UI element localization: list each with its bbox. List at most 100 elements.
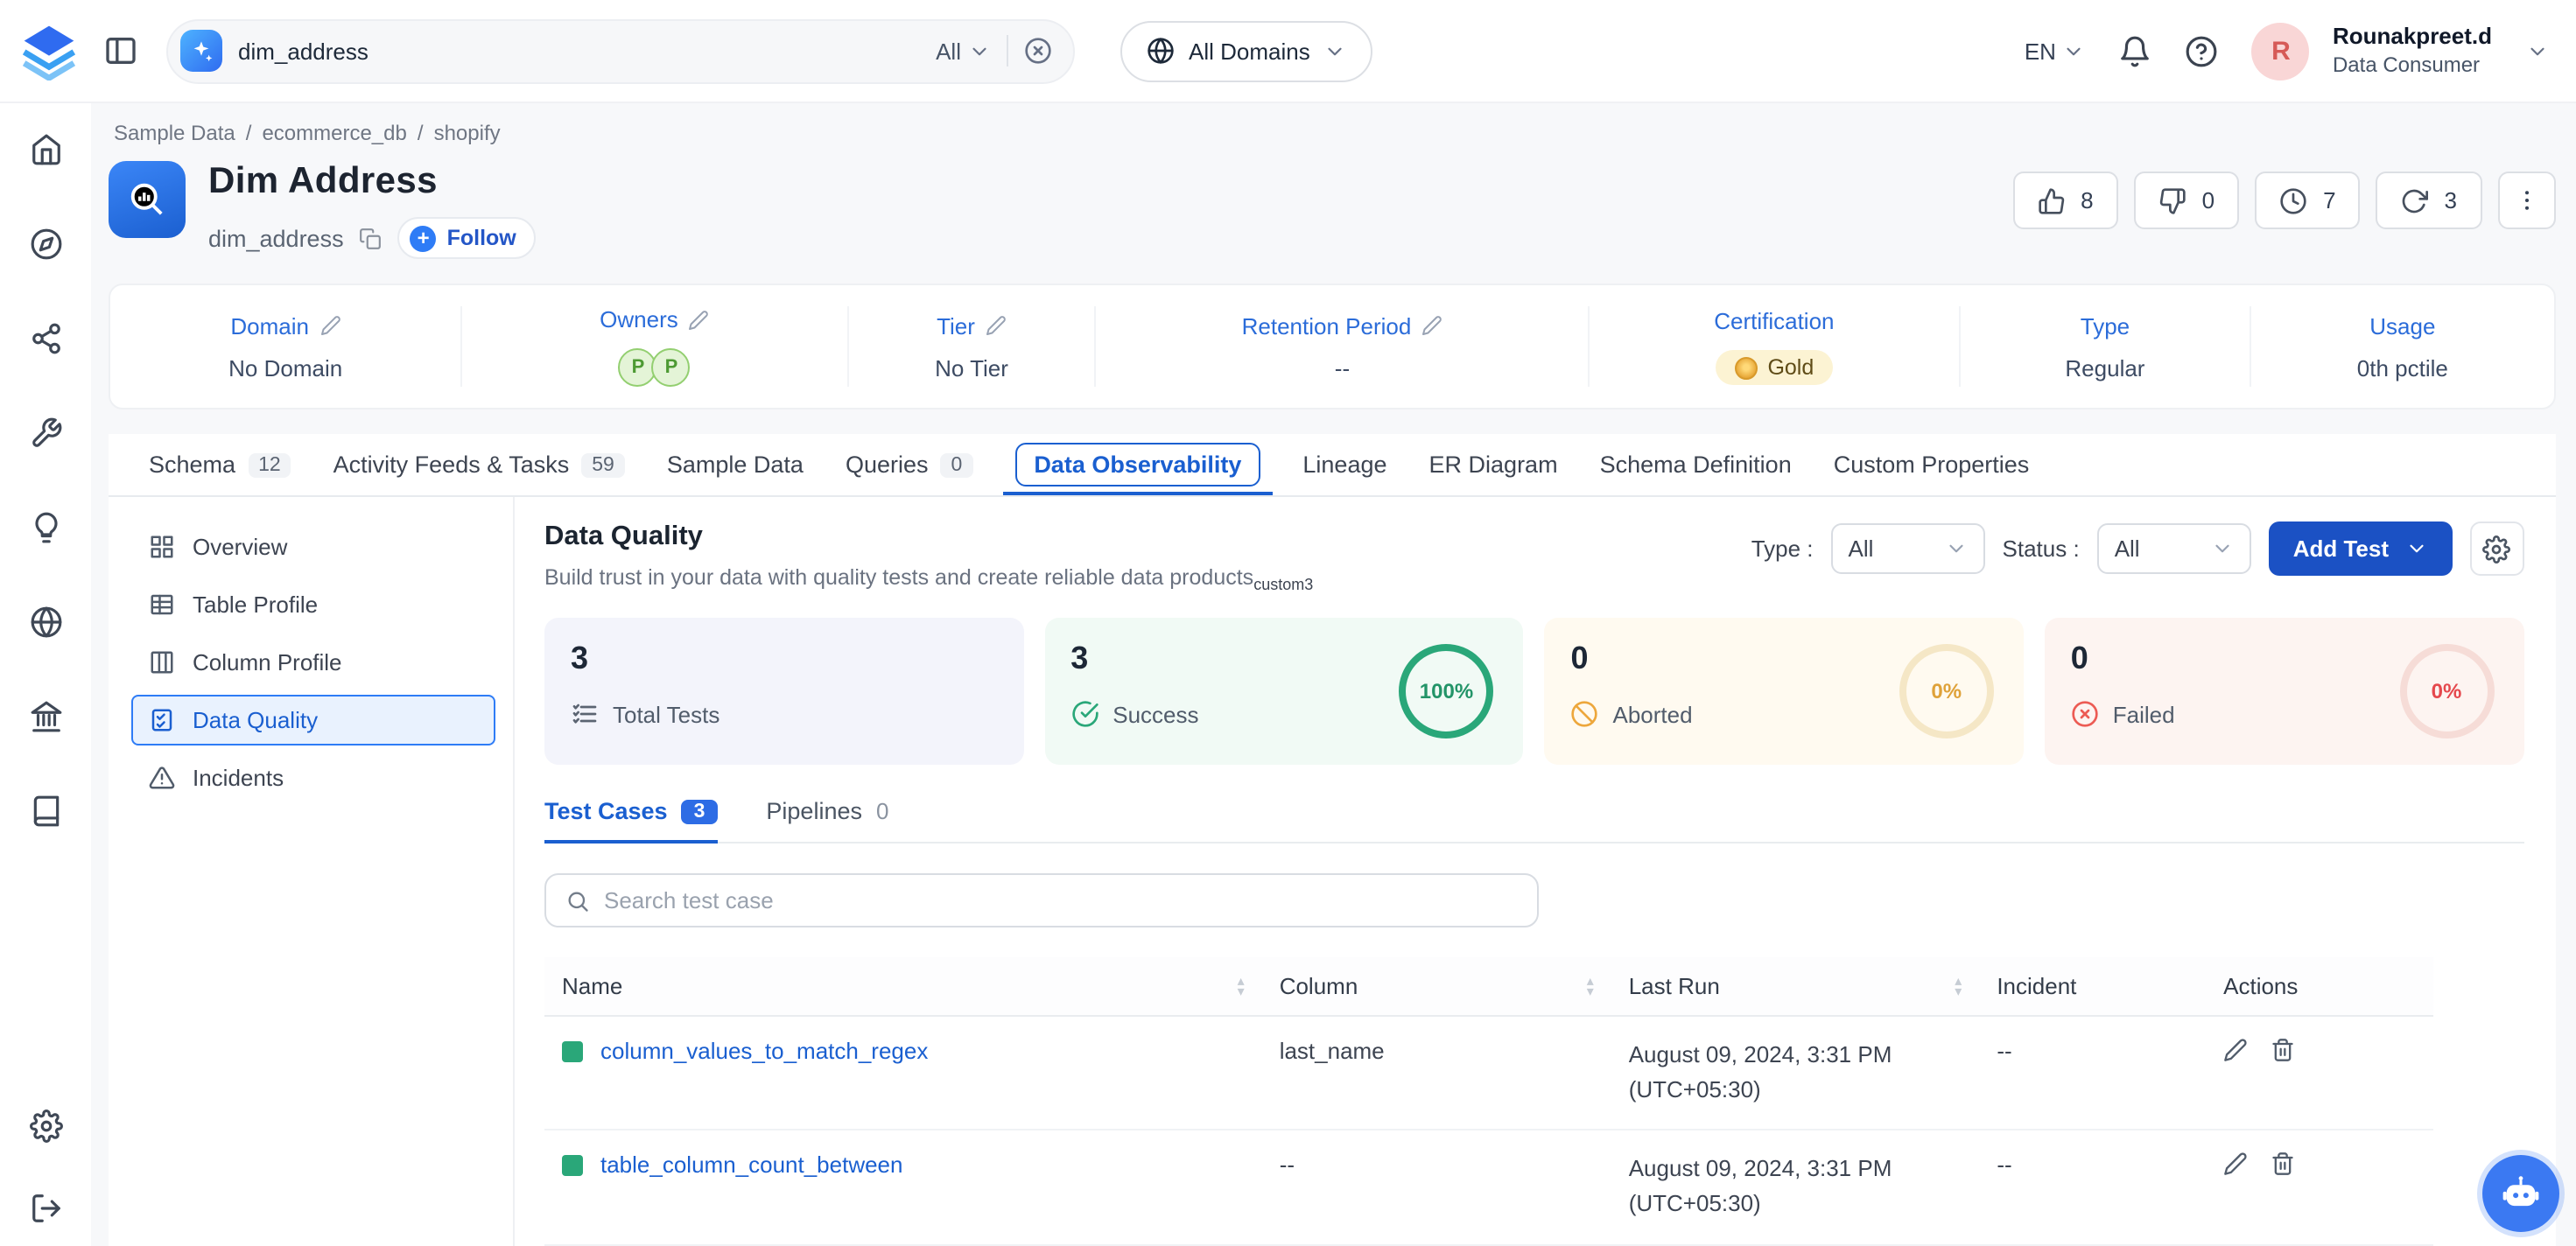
tab-test-cases[interactable]: Test Cases3: [544, 798, 717, 842]
domains-icon[interactable]: [29, 606, 62, 639]
sidebar-toggle-icon[interactable]: [103, 33, 138, 68]
user-meta[interactable]: Rounakpreet.d Data Consumer: [2333, 23, 2492, 80]
test-case-link[interactable]: table_column_count_between: [600, 1152, 903, 1179]
sort-control[interactable]: ▴▾: [1587, 976, 1594, 996]
type-filter-select[interactable]: All: [1831, 523, 1985, 574]
version-history-button[interactable]: 7: [2255, 172, 2360, 229]
gear-icon: [2482, 535, 2510, 563]
chevron-down-icon[interactable]: [2525, 39, 2548, 62]
upvote-button[interactable]: 8: [2012, 172, 2117, 229]
domain-label: Domain: [230, 312, 309, 339]
tab-lineage[interactable]: Lineage: [1283, 434, 1406, 495]
retention-value: --: [1335, 354, 1350, 381]
status-filter-select[interactable]: All: [2097, 523, 2251, 574]
entity-name: dim_address: [208, 225, 344, 251]
downvote-button[interactable]: 0: [2134, 172, 2239, 229]
page-content: Sample Data / ecommerce_db / shopify Dim…: [91, 103, 2576, 1246]
settings-gear-icon[interactable]: [29, 1110, 62, 1143]
tab-schema-definition[interactable]: Schema Definition: [1581, 434, 1811, 495]
sort-control[interactable]: ▴▾: [1955, 976, 1962, 996]
test-case-search-input[interactable]: [604, 887, 1518, 914]
subnav-item-data-quality[interactable]: Data Quality: [131, 695, 495, 746]
follow-button[interactable]: + Follow: [398, 217, 536, 259]
test-case-search[interactable]: [544, 873, 1539, 928]
plus-circle-icon: +: [411, 225, 437, 251]
test-case-link[interactable]: column_values_to_match_regex: [600, 1038, 928, 1064]
incident-value: --: [1997, 1152, 2011, 1179]
discovery-tools-icon[interactable]: [29, 416, 62, 450]
subnav-item-table-profile[interactable]: Table Profile: [131, 579, 495, 630]
tab-count-badge: 0: [941, 452, 973, 477]
globe-icon: [1147, 37, 1175, 65]
refresh-button[interactable]: 3: [2376, 172, 2481, 229]
chevron-down-icon: [2404, 537, 2427, 560]
breadcrumb-item[interactable]: ecommerce_db: [262, 121, 406, 145]
global-search-input[interactable]: [238, 38, 920, 64]
tab-er-diagram[interactable]: ER Diagram: [1410, 434, 1577, 495]
notifications-bell-icon[interactable]: [2119, 34, 2152, 67]
subnav-item-column-profile[interactable]: Column Profile: [131, 637, 495, 688]
search-scope-label: All: [936, 38, 961, 64]
tier-value: No Tier: [935, 354, 1008, 381]
subnav-item-overview[interactable]: Overview: [131, 522, 495, 572]
lineage-graph-icon[interactable]: [29, 322, 62, 355]
search-scope-dropdown[interactable]: All: [936, 38, 991, 64]
entity-actions: 8 0 7 3: [2012, 172, 2555, 229]
user-avatar[interactable]: R: [2252, 22, 2310, 80]
chatbot-button[interactable]: [2481, 1155, 2558, 1232]
table-settings-button[interactable]: [2469, 522, 2523, 576]
data-quality-panel: Data Quality Build trust in your data wi…: [515, 497, 2555, 1246]
edit-pencil-icon[interactable]: [2223, 1152, 2248, 1177]
breadcrumb-item[interactable]: shopify: [434, 121, 501, 145]
subnav-item-incidents[interactable]: Incidents: [131, 752, 495, 803]
tab-sample-data[interactable]: Sample Data: [648, 434, 823, 495]
breadcrumb-separator: /: [418, 121, 424, 145]
gold-medal-icon: [1734, 356, 1757, 379]
delete-trash-icon[interactable]: [2271, 1152, 2295, 1177]
owners-avatars[interactable]: P P: [619, 348, 691, 387]
home-icon[interactable]: [29, 133, 62, 166]
section-subtitle: Build trust in your data with quality te…: [544, 565, 1313, 590]
card-aborted: 0 Aborted 0%: [1545, 618, 2024, 765]
edit-pencil-icon[interactable]: [689, 309, 710, 330]
tab-activity-feeds[interactable]: Activity Feeds & Tasks59: [314, 434, 644, 495]
test-status-indicator: [562, 1040, 583, 1061]
all-domains-dropdown[interactable]: All Domains: [1120, 20, 1373, 81]
tab-schema[interactable]: Schema12: [130, 434, 311, 495]
tab-pipelines[interactable]: Pipelines0: [766, 798, 888, 842]
clear-search-icon[interactable]: [1024, 37, 1052, 65]
more-options-button[interactable]: [2497, 172, 2555, 229]
edit-pencil-icon[interactable]: [319, 315, 340, 336]
explore-icon[interactable]: [29, 228, 62, 261]
app-logo-icon[interactable]: [19, 21, 79, 80]
sort-control[interactable]: ▴▾: [1238, 976, 1245, 996]
governance-icon[interactable]: [29, 700, 62, 733]
total-tests-count: 3: [571, 640, 997, 677]
glossary-icon[interactable]: [29, 794, 62, 828]
owner-avatar[interactable]: P: [652, 348, 691, 387]
edit-pencil-icon[interactable]: [1421, 315, 1442, 336]
type-label: Type: [2081, 312, 2130, 339]
copy-icon[interactable]: [360, 227, 383, 249]
add-test-button[interactable]: Add Test: [2269, 522, 2452, 576]
tab-data-observability[interactable]: Data Observability: [995, 434, 1280, 495]
card-total-tests: 3 Total Tests: [544, 618, 1023, 765]
success-percent-ring: 100%: [1396, 640, 1498, 742]
chevron-down-icon: [1945, 537, 1968, 560]
help-icon[interactable]: [2186, 34, 2219, 67]
language-dropdown[interactable]: EN: [2025, 38, 2086, 64]
observability-icon[interactable]: [29, 511, 62, 544]
delete-trash-icon[interactable]: [2271, 1038, 2295, 1062]
tab-custom-properties[interactable]: Custom Properties: [1814, 434, 2049, 495]
test-cases-table: Name▴▾ Column▴▾ Last Run▴▾ Incident Acti…: [544, 957, 2432, 1245]
failed-percent: 0%: [2396, 640, 2497, 742]
col-header-column: Column: [1280, 973, 1358, 999]
breadcrumb-item[interactable]: Sample Data: [114, 121, 235, 145]
global-search-bar[interactable]: All: [166, 18, 1075, 83]
edit-pencil-icon[interactable]: [2223, 1038, 2248, 1062]
edit-pencil-icon[interactable]: [986, 315, 1007, 336]
refresh-count: 3: [2445, 187, 2457, 214]
tab-queries[interactable]: Queries0: [826, 434, 992, 495]
column-profile-icon: [149, 649, 175, 676]
logout-icon[interactable]: [29, 1192, 62, 1225]
